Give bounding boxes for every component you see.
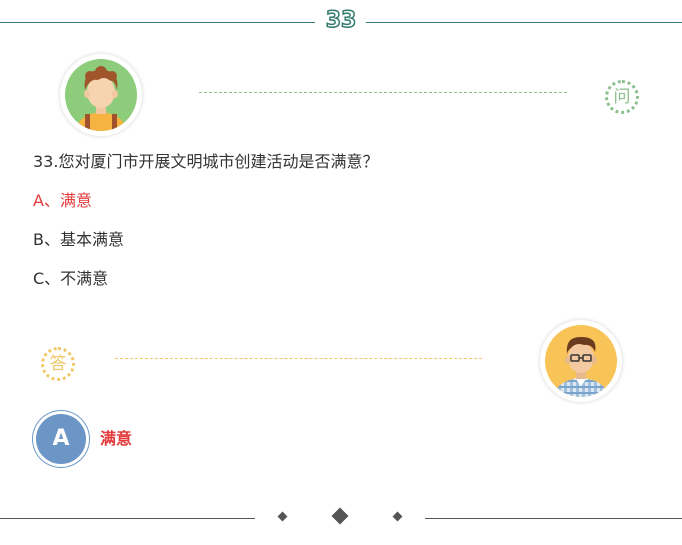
answer-dotted-divider	[115, 358, 482, 359]
footer-diamond-center	[331, 507, 349, 525]
answer-letter-badge: A	[33, 411, 89, 467]
option-b[interactable]: B、基本满意	[33, 229, 124, 251]
footer-diamond-small-left	[277, 511, 288, 522]
ask-badge: 问	[605, 80, 639, 114]
survey-question-card: 33 问 33.您对厦门市开展文明城市创建活动是否满意？ A、满意 B、基本满意…	[0, 0, 682, 545]
question-dotted-divider	[199, 92, 567, 93]
option-a[interactable]: A、满意	[33, 190, 92, 212]
question-number: 33	[325, 7, 357, 34]
footer-diamond-small-right	[392, 511, 403, 522]
option-c[interactable]: C、不满意	[33, 268, 108, 290]
answer-letter: A	[36, 414, 86, 464]
footer-divider-right	[425, 518, 682, 519]
footer-divider-left	[0, 518, 255, 519]
header-divider-right	[366, 22, 682, 23]
header-divider-left	[0, 22, 315, 23]
answer-text: 满意	[100, 429, 133, 448]
answer-badge: 答	[41, 347, 75, 381]
question-text: 33.您对厦门市开展文明城市创建活动是否满意？	[33, 152, 379, 171]
asker-avatar	[60, 54, 142, 136]
answerer-avatar	[540, 320, 622, 402]
